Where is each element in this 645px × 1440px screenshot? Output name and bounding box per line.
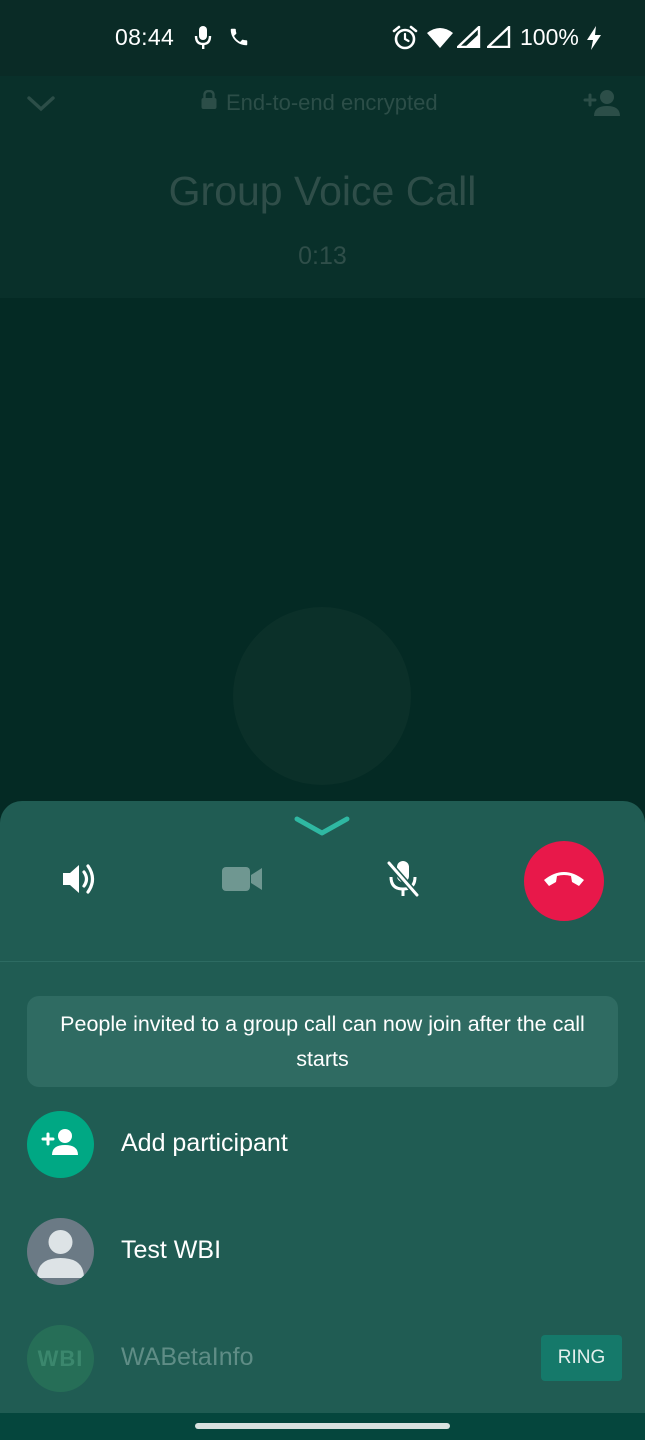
avatar-initials: WBI <box>37 1345 84 1371</box>
call-controls <box>0 841 645 923</box>
participant-name: WABetaInfo <box>121 1343 254 1371</box>
info-banner: People invited to a group call can now j… <box>27 996 618 1087</box>
avatar <box>27 1218 94 1285</box>
encryption-notice: End-to-end encrypted <box>200 89 438 116</box>
chevron-down-icon[interactable] <box>26 94 56 119</box>
wifi-icon <box>426 27 454 55</box>
speaker-button[interactable] <box>48 841 112 921</box>
call-header: End-to-end encrypted Group Voice Call 0:… <box>0 76 645 298</box>
charging-icon <box>585 25 603 57</box>
end-call-button[interactable] <box>524 841 604 921</box>
lock-icon <box>200 89 218 116</box>
video-camera-icon <box>221 865 263 898</box>
battery-level: 100% <box>520 24 579 50</box>
participant-name: Test WBI <box>121 1236 222 1264</box>
call-title: Group Voice Call <box>168 168 477 214</box>
call-controls-sheet: People invited to a group call can now j… <box>0 801 645 1413</box>
chevron-down-icon[interactable] <box>293 815 351 844</box>
microphone-icon <box>193 25 213 57</box>
add-person-icon <box>41 1127 81 1162</box>
add-person-icon[interactable] <box>583 88 623 123</box>
call-timer: 0:13 <box>298 242 347 270</box>
alarm-icon <box>392 25 418 57</box>
video-button[interactable] <box>210 841 274 921</box>
add-participant-avatar <box>27 1111 94 1178</box>
mute-button[interactable] <box>371 841 435 921</box>
participant-name: Add participant <box>121 1129 288 1157</box>
status-time: 08:44 <box>115 24 175 50</box>
speaker-icon <box>60 861 100 902</box>
call-screen: 08:44 100% End-to-end encrypted Group Vo… <box>0 0 645 1440</box>
default-avatar-icon <box>27 1218 94 1285</box>
signal-icon <box>485 24 511 54</box>
phone-icon <box>228 26 250 54</box>
participant-row[interactable]: Test WBI <box>0 1206 645 1296</box>
navigation-bar <box>0 1413 645 1440</box>
status-bar: 08:44 100% <box>0 0 645 76</box>
header-row: End-to-end encrypted <box>0 76 645 132</box>
avatar: WBI <box>27 1325 94 1392</box>
mute-microphone-icon <box>385 859 421 904</box>
participant-row[interactable]: WBI WABetaInfo RING <box>0 1313 645 1403</box>
signal-icon <box>455 24 481 54</box>
encryption-label: End-to-end encrypted <box>226 90 438 115</box>
end-call-icon <box>542 869 586 894</box>
add-participant-row[interactable]: Add participant <box>0 1099 645 1189</box>
divider <box>0 961 645 962</box>
home-handle[interactable] <box>195 1423 450 1429</box>
call-avatar <box>233 607 411 785</box>
ring-button[interactable]: RING <box>541 1335 622 1381</box>
